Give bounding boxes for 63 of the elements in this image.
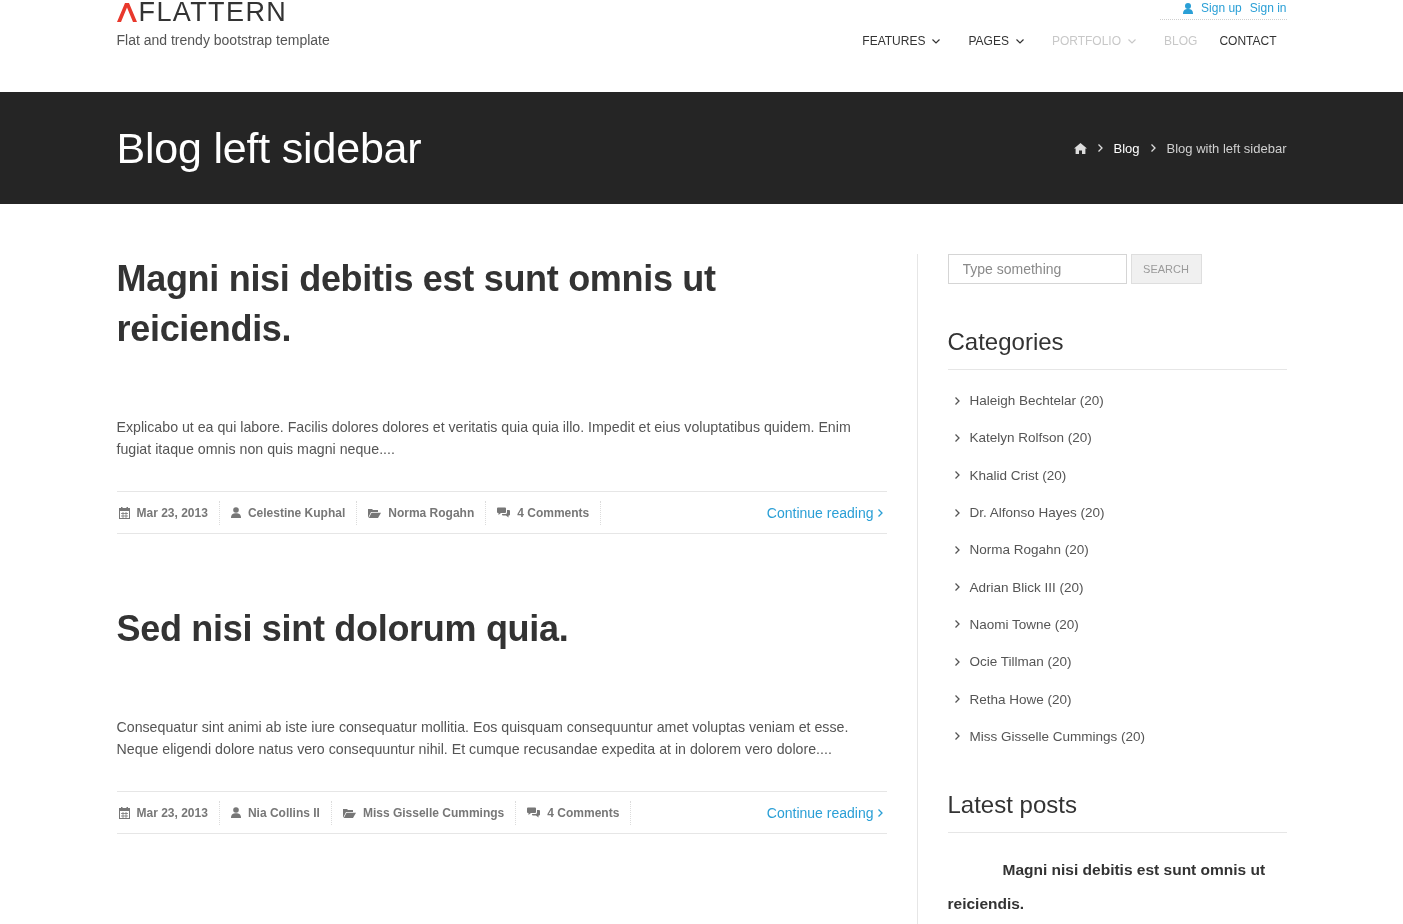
- chevron-right-icon: [954, 732, 960, 741]
- category-link[interactable]: Norma Rogahn (20): [947, 542, 1089, 558]
- post-author[interactable]: Celestine Kuphal: [247, 505, 346, 520]
- latest-post-link[interactable]: Magni nisi debitis est sunt omnis ut reiciendis.: [947, 852, 1287, 921]
- comments-icon: [527, 807, 541, 818]
- folder-icon: [342, 807, 356, 818]
- post-date: Mar 23, 2013: [136, 505, 208, 520]
- category-link[interactable]: Miss Gisselle Cummings (20): [947, 728, 1146, 744]
- home-link[interactable]: [1073, 142, 1087, 154]
- chevron-right-icon: [1097, 144, 1103, 152]
- chevron-right-icon: [954, 545, 960, 554]
- caret-icon: [1015, 38, 1024, 44]
- post-title[interactable]: Magni nisi debitis est sunt omnis ut reiciendis.: [116, 254, 757, 354]
- chevron-right-icon: [954, 471, 960, 480]
- post-title[interactable]: Sed nisi sint dolorum quia.: [116, 604, 757, 654]
- comments-icon: [497, 507, 511, 518]
- chevron-right-icon: [954, 508, 960, 517]
- chevron-right-icon: [954, 433, 960, 442]
- breadcrumb-link[interactable]: Blog: [1113, 140, 1140, 156]
- chevron-right-icon: [877, 808, 883, 817]
- post-category[interactable]: Norma Rogahn: [388, 505, 475, 520]
- category-link[interactable]: Ocie Tillman (20): [947, 654, 1072, 670]
- chevron-right-icon: [954, 583, 960, 592]
- category-link[interactable]: Dr. Alfonso Hayes (20): [947, 505, 1105, 521]
- section-heading: Latest posts: [947, 789, 1287, 833]
- comment-count[interactable]: 4 Comments: [547, 805, 620, 820]
- chevron-right-icon: [954, 396, 960, 405]
- calendar-icon: [118, 506, 130, 519]
- nav-link[interactable]: FEATURES: [862, 33, 941, 49]
- chevron-right-icon: [954, 657, 960, 666]
- calendar-icon: [118, 806, 130, 819]
- chevron-right-icon: [954, 620, 960, 629]
- category-link[interactable]: Retha Howe (20): [947, 691, 1072, 707]
- caret-icon: [1128, 38, 1137, 44]
- post-excerpt: Consequatur sint animi ab iste iure consequatur mollitia. Eos quisquam consequuntur amet voluptas veniam et esse. Neque eligendi dolore natus vero consequuntur nihil. Et cumque recusandae expedita at in dolorem vero dolore....: [116, 718, 850, 759]
- user-icon: [230, 807, 241, 818]
- post-category[interactable]: Miss Gisselle Cummings: [362, 805, 505, 820]
- chevron-right-icon: [877, 508, 883, 517]
- logo-text[interactable]: FLATTERN: [138, 2, 288, 23]
- category-link[interactable]: Khalid Crist (20): [947, 467, 1067, 483]
- category-link[interactable]: Haleigh Bechtelar (20): [947, 393, 1104, 409]
- post-excerpt: Explicabo ut ea qui labore. Facilis dolores dolores et veritatis quia quia illo. Impedit et eius voluptatibus quidem. Enim fugiat itaque omnis non quis magni neque....: [116, 418, 852, 459]
- nav-link[interactable]: CONTACT: [1219, 33, 1277, 49]
- tagline: Flat and trendy bootstrap template: [116, 32, 330, 48]
- user-icon: [1183, 3, 1194, 14]
- nav-link[interactable]: PAGES: [968, 33, 1024, 49]
- search-field[interactable]: Type something: [947, 254, 1127, 284]
- comment-count[interactable]: 4 Comments: [517, 505, 590, 520]
- post-date: Mar 23, 2013: [136, 805, 208, 820]
- folder-icon: [368, 507, 382, 518]
- breadcrumb-current: Blog with left sidebar: [1166, 140, 1287, 156]
- caret-icon: [932, 38, 941, 44]
- post-author[interactable]: Nia Collins II: [247, 805, 320, 820]
- category-link[interactable]: Naomi Towne (20): [947, 616, 1079, 632]
- user-icon: [230, 507, 241, 518]
- chevron-right-icon: [1150, 144, 1156, 152]
- chevron-right-icon: [954, 695, 960, 703]
- page-title: Blog left sidebar: [116, 123, 422, 174]
- category-link[interactable]: Adrian Blick III (20): [947, 579, 1084, 595]
- section-heading: Categories: [947, 327, 1287, 370]
- home-icon: [1073, 142, 1087, 154]
- category-link[interactable]: Katelyn Rolfson (20): [947, 430, 1092, 446]
- logo-icon: [116, 3, 137, 22]
